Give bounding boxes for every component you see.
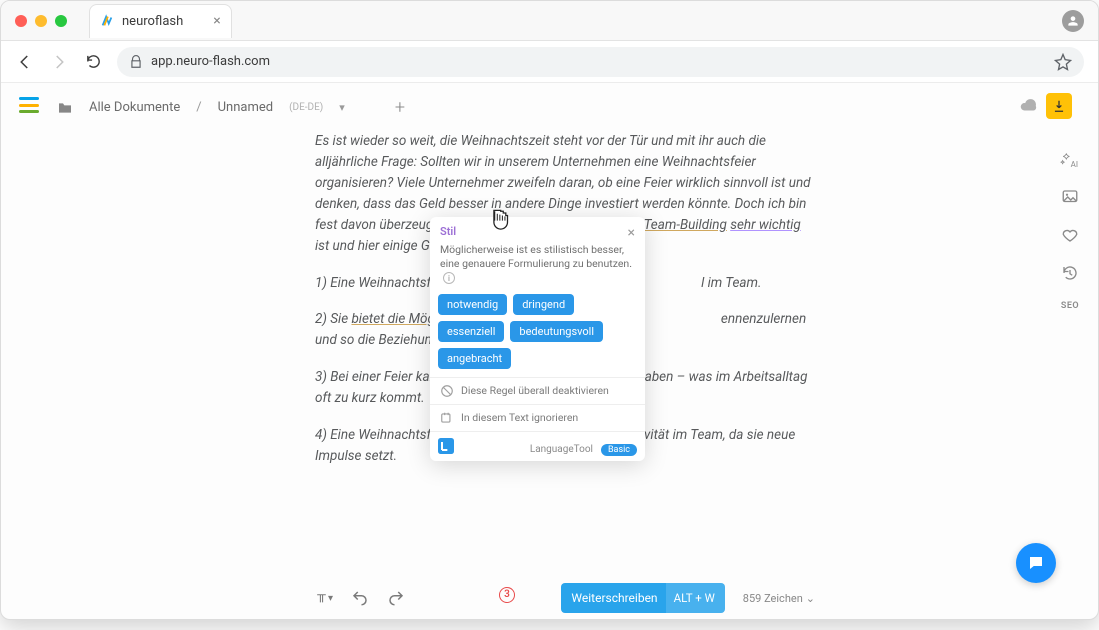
seo-button[interactable]: SEO <box>1061 301 1079 311</box>
reload-button[interactable] <box>83 52 103 72</box>
back-button[interactable] <box>15 52 35 72</box>
heart-icon[interactable] <box>1060 225 1080 245</box>
info-icon[interactable]: i <box>443 272 455 284</box>
document-language: (DE-DE) <box>289 102 323 113</box>
tab-favicon <box>100 14 114 28</box>
text-format-button[interactable]: ▾ <box>315 589 333 607</box>
style-suggestion-highlight[interactable]: sehr wichtig <box>730 217 801 233</box>
suggestion-chip[interactable]: notwendig <box>438 294 507 315</box>
traffic-lights <box>1 15 67 27</box>
browser-tab[interactable]: neuroflash × <box>89 4 232 38</box>
pointer-cursor <box>485 207 513 241</box>
popover-title: Stil <box>440 225 456 238</box>
editor-bottom-bar: ▾ Weiterschreiben ALT + W 859 Zeichen⌄ <box>315 583 815 613</box>
app-content: Alle Dokumente / Unnamed (DE-DE) ▾ + Es … <box>1 83 1098 619</box>
forward-button[interactable] <box>49 52 69 72</box>
browser-profile-button[interactable] <box>1062 10 1084 32</box>
languagetool-popover: Stil × Möglicherweise ist es stilistisch… <box>430 217 645 461</box>
new-document-button[interactable]: + <box>395 97 405 118</box>
deactivate-icon <box>440 384 454 398</box>
ignore-icon <box>440 411 454 425</box>
continue-writing-button[interactable]: Weiterschreiben ALT + W <box>561 583 724 613</box>
suggestion-chip[interactable]: dringend <box>513 294 574 315</box>
suggestion-chip[interactable]: essenziell <box>438 321 504 342</box>
languagetool-tier-badge[interactable]: Basic <box>601 444 637 456</box>
bookmark-star-icon[interactable] <box>1054 53 1072 71</box>
editor-area: Alle Dokumente / Unnamed (DE-DE) ▾ + Es … <box>57 83 1042 619</box>
download-button[interactable] <box>1046 93 1072 119</box>
tab-title: neuroflash <box>122 14 183 29</box>
url-text: app.neuro-flash.com <box>151 54 270 69</box>
right-rail: AI SEO <box>1042 83 1098 619</box>
popover-footer: LanguageTool Basic <box>430 431 645 461</box>
breadcrumb: Alle Dokumente / Unnamed (DE-DE) ▾ + <box>57 83 1042 118</box>
chevron-down-icon: ▾ <box>328 593 333 604</box>
popover-close-icon[interactable]: × <box>628 225 635 241</box>
chevron-down-icon: ⌄ <box>806 592 815 605</box>
chat-fab[interactable] <box>1016 543 1056 583</box>
suggestion-chips: notwendig dringend essenziell bedeutungs… <box>430 294 645 377</box>
character-count[interactable]: 859 Zeichen⌄ <box>743 592 815 605</box>
redo-button[interactable] <box>387 589 405 607</box>
chevron-down-icon[interactable]: ▾ <box>339 101 345 114</box>
cloud-sync-icon[interactable] <box>1020 97 1038 115</box>
underlined-text[interactable]: Team-Building <box>644 217 727 233</box>
undo-button[interactable] <box>351 589 369 607</box>
browser-window: neuroflash × app.neuro-flash.com <box>0 0 1099 620</box>
document-name[interactable]: Unnamed <box>218 100 274 115</box>
browser-address-bar: app.neuro-flash.com <box>1 41 1098 83</box>
shortcut-label: ALT + W <box>666 583 725 613</box>
languagetool-logo-icon <box>438 438 454 454</box>
suggestion-chip[interactable]: angebracht <box>438 348 511 369</box>
ignore-in-text-button[interactable]: In diesem Text ignorieren <box>430 404 645 431</box>
browser-titlebar: neuroflash × <box>1 1 1098 41</box>
minimize-window-button[interactable] <box>35 15 47 27</box>
close-window-button[interactable] <box>15 15 27 27</box>
menu-button[interactable] <box>19 97 39 113</box>
image-icon[interactable] <box>1060 187 1080 207</box>
languagetool-brand: LanguageTool <box>530 444 593 455</box>
url-input[interactable]: app.neuro-flash.com <box>117 47 1084 77</box>
popover-description: Möglicherweise ist es stilistisch besser… <box>430 241 645 294</box>
deactivate-rule-button[interactable]: Diese Regel überall deaktivieren <box>430 377 645 404</box>
ai-magic-icon[interactable]: AI <box>1060 149 1080 169</box>
all-documents-link[interactable]: Alle Dokumente <box>89 100 180 115</box>
tab-close-icon[interactable]: × <box>213 13 220 29</box>
breadcrumb-separator: / <box>196 100 201 115</box>
history-icon[interactable] <box>1060 263 1080 283</box>
lock-icon <box>129 55 143 69</box>
suggestion-chip[interactable]: bedeutungsvoll <box>510 321 603 342</box>
maximize-window-button[interactable] <box>55 15 67 27</box>
left-rail <box>1 83 57 619</box>
folder-icon <box>57 100 73 116</box>
